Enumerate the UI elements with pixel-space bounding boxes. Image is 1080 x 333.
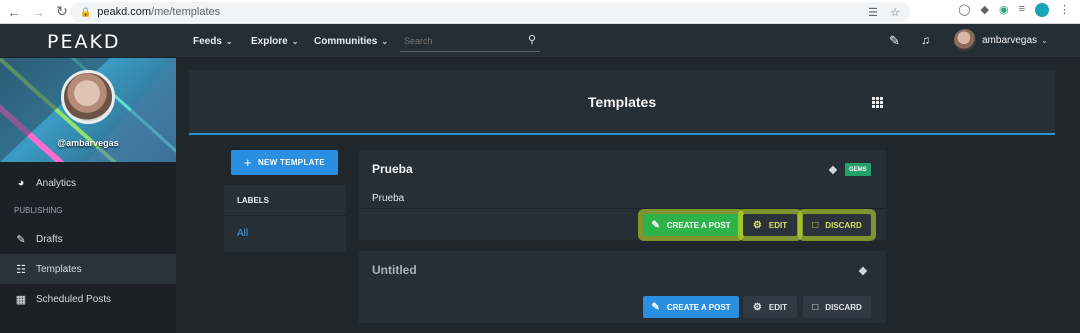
chevron-down-icon: ⌄ xyxy=(291,36,299,46)
profile-avatar[interactable] xyxy=(61,70,115,124)
pencil-icon: ✎ xyxy=(651,301,660,313)
new-template-label: NEW TEMPLATE xyxy=(257,158,325,167)
nav-label: Explore xyxy=(251,35,288,47)
template-title[interactable]: Prueba ❖ GEMS xyxy=(359,150,886,188)
nav-feeds[interactable]: Feeds ⌄ xyxy=(193,24,233,58)
profile-banner: @ambarvegas xyxy=(0,58,176,162)
sidebar-item-label: Scheduled Posts xyxy=(36,293,112,305)
button-label: EDIT xyxy=(768,220,788,230)
grid-view-icon[interactable] xyxy=(872,97,883,108)
search-icon[interactable]: ⚲ xyxy=(528,33,536,46)
address-bar[interactable]: 🔒 peakd.com /me/templates ☰ ☆ xyxy=(70,2,910,22)
labels-panel: LABELS All xyxy=(224,185,346,252)
sidebar-section-publishing: PUBLISHING xyxy=(14,205,63,215)
chevron-down-icon: ⌄ xyxy=(381,36,389,46)
template-card: Prueba ❖ GEMS Prueba ✎ CREATE A POST ⚙ E… xyxy=(359,150,886,240)
nav-label: Feeds xyxy=(193,35,222,47)
sidebar-item-templates[interactable]: ☷ Templates xyxy=(0,254,176,284)
button-label: CREATE A POST xyxy=(666,220,731,230)
trash-icon: □ xyxy=(812,219,819,231)
profile-name[interactable]: @ambarvegas xyxy=(0,138,176,148)
url-path: /me/templates xyxy=(151,6,221,18)
tag-icon: ❖ xyxy=(828,165,838,177)
card-actions: ✎ CREATE A POST ⚙ EDIT □ DISCARD xyxy=(359,208,886,240)
pencil-icon: ✎ xyxy=(651,219,660,231)
reading-list-icon[interactable]: ≡ xyxy=(1019,3,1025,17)
template-title-text: Untitled xyxy=(372,263,417,277)
page-title: Templates xyxy=(587,94,657,110)
trash-icon: □ xyxy=(812,301,819,313)
edit-button[interactable]: ⚙ EDIT xyxy=(743,296,797,318)
file-icon: ☷ xyxy=(16,263,26,276)
peakd-logo[interactable]: PEAKD xyxy=(47,31,121,53)
edit-icon: ✎ xyxy=(16,233,26,246)
search-box: ⚲ xyxy=(400,30,540,52)
user-menu[interactable]: ambarvegas ⌄ xyxy=(954,29,1048,51)
menu-dots-icon[interactable]: ⋮ xyxy=(1059,3,1070,17)
sidebar-item-analytics[interactable]: ◕ Analytics xyxy=(0,168,176,198)
label-filter-all[interactable]: All xyxy=(224,216,346,251)
pencil-icon[interactable]: ✎ xyxy=(889,33,900,49)
nav-communities[interactable]: Communities ⌄ xyxy=(314,24,388,58)
edit-button[interactable]: ⚙ EDIT xyxy=(743,214,797,236)
template-body: Prueba xyxy=(372,192,405,204)
discard-button[interactable]: □ DISCARD xyxy=(803,214,871,236)
labels-heading: LABELS xyxy=(224,185,346,216)
profile-icon[interactable] xyxy=(1035,3,1049,17)
chevron-down-icon: ⌄ xyxy=(1041,35,1048,45)
tag-icon: ❖ xyxy=(858,266,868,278)
browser-toolbar: ← → ↻ 🔒 peakd.com /me/templates ☰ ☆ ◯ ◆ … xyxy=(0,0,1080,24)
back-icon[interactable]: ← xyxy=(4,2,24,22)
nav-explore[interactable]: Explore ⌄ xyxy=(251,24,298,58)
forward-icon[interactable]: → xyxy=(28,2,48,22)
sidebar-item-label: Drafts xyxy=(36,233,63,245)
username: ambarvegas xyxy=(982,34,1038,46)
chevron-down-icon: ⌄ xyxy=(225,36,233,46)
template-title-text: Prueba xyxy=(372,162,413,176)
sidebar: @ambarvegas ◕ Analytics PUBLISHING ✎ Dra… xyxy=(0,58,176,333)
app-header: PEAKD Feeds⌄ Explore⌄ Communities⌄ ⚲ ✎ ♫… xyxy=(0,24,1080,58)
template-title[interactable]: Untitled ❖ xyxy=(359,251,886,289)
tag-badge[interactable]: GEMS xyxy=(845,163,871,176)
button-label: CREATE A POST xyxy=(666,302,731,312)
calendar-icon: ▦ xyxy=(15,293,27,306)
plus-icon: + xyxy=(244,155,252,170)
extension-icon[interactable]: ◯ xyxy=(958,3,970,17)
template-card: Untitled ❖ ✎ CREATE A POST ⚙ EDIT □ DISC… xyxy=(359,251,886,323)
pie-chart-icon: ◕ xyxy=(17,177,25,189)
sidebar-item-scheduled-posts[interactable]: ▦ Scheduled Posts xyxy=(0,284,176,314)
lock-icon: 🔒 xyxy=(80,6,92,17)
reload-icon[interactable]: ↻ xyxy=(52,2,72,22)
url-host: peakd.com xyxy=(97,6,152,18)
sidebar-item-label: Templates xyxy=(36,263,82,275)
translate-icon[interactable]: ☰ xyxy=(866,5,880,19)
nav-label: Communities xyxy=(314,35,378,47)
button-label: DISCARD xyxy=(825,302,862,312)
create-post-button[interactable]: ✎ CREATE A POST xyxy=(643,214,739,236)
button-label: DISCARD xyxy=(825,220,862,230)
create-post-button[interactable]: ✎ CREATE A POST xyxy=(643,296,739,318)
button-label: EDIT xyxy=(768,302,788,312)
extension-green-icon[interactable]: ◉ xyxy=(999,3,1009,17)
gear-icon: ⚙ xyxy=(752,301,762,313)
gear-icon: ⚙ xyxy=(752,219,762,231)
sidebar-item-drafts[interactable]: ✎ Drafts xyxy=(0,224,176,254)
bell-icon[interactable]: ♫ xyxy=(921,33,930,47)
search-input[interactable] xyxy=(400,35,520,46)
card-actions: ✎ CREATE A POST ⚙ EDIT □ DISCARD xyxy=(359,291,886,323)
sidebar-item-label: Analytics xyxy=(36,177,77,189)
new-template-button[interactable]: + NEW TEMPLATE xyxy=(231,150,338,175)
discard-button[interactable]: □ DISCARD xyxy=(803,296,871,318)
page-header: Templates xyxy=(189,70,1055,135)
extension-tag-icon[interactable]: ◆ xyxy=(981,3,989,17)
bookmark-star-icon[interactable]: ☆ xyxy=(888,5,902,19)
avatar xyxy=(954,29,976,51)
